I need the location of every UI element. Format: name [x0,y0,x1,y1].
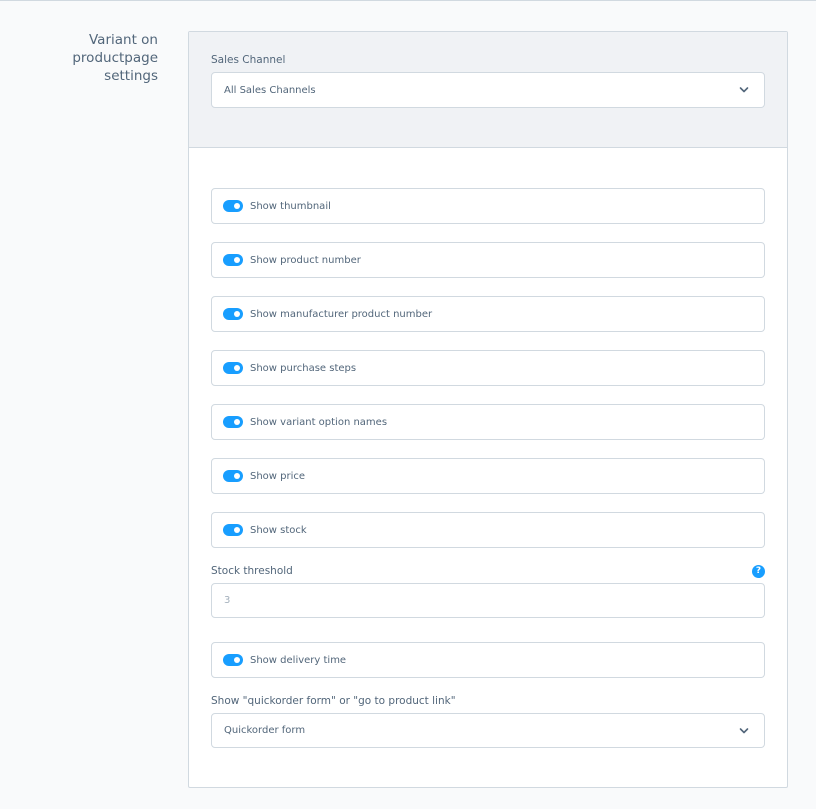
chevron-down-icon [739,87,749,93]
toggle-switch[interactable] [223,254,243,266]
top-divider [0,0,816,1]
toggle-switch[interactable] [223,470,243,482]
sales-channel-header: Sales Channel All Sales Channels [189,32,787,148]
toggle-show-delivery-time[interactable]: Show delivery time [211,642,765,678]
section-title-line-1: Variant on productpage [72,32,158,66]
settings-card: Sales Channel All Sales Channels Show th… [188,31,788,788]
toggle-show-stock[interactable]: Show stock [211,512,765,548]
stock-threshold-placeholder: 3 [224,595,231,606]
toggle-show-variant-option-names[interactable]: Show variant option names [211,404,765,440]
stock-threshold-label: Stock threshold [211,565,293,577]
toggle-switch[interactable] [223,416,243,428]
toggle-show-purchase-steps[interactable]: Show purchase steps [211,350,765,386]
toggle-switch[interactable] [223,654,243,666]
link-mode-select[interactable]: Quickorder form [211,713,765,748]
toggle-label: Show price [250,470,306,482]
toggle-label: Show variant option names [250,416,388,428]
toggle-label: Show stock [250,524,307,536]
toggle-show-thumbnail[interactable]: Show thumbnail [211,188,765,224]
section-title-line-2: settings [104,68,158,84]
toggle-label: Show product number [250,254,361,266]
sales-channel-value: All Sales Channels [224,84,316,96]
sales-channel-select[interactable]: All Sales Channels [211,72,765,108]
toggle-show-product-number[interactable]: Show product number [211,242,765,278]
toggle-switch[interactable] [223,308,243,320]
question-icon[interactable]: ? [752,565,765,578]
toggle-switch[interactable] [223,524,243,536]
toggle-switch[interactable] [223,362,243,374]
stock-threshold-input[interactable]: 3 [211,583,765,618]
link-mode-value: Quickorder form [224,725,306,736]
toggle-label: Show delivery time [250,654,347,666]
sales-channel-label: Sales Channel [211,54,286,66]
toggle-show-price[interactable]: Show price [211,458,765,494]
link-mode-label: Show "quickorder form" or "go to product… [211,695,456,707]
toggle-switch[interactable] [223,200,243,212]
chevron-down-icon [739,728,749,734]
toggle-label: Show purchase steps [250,362,357,374]
toggle-show-manufacturer-product-number[interactable]: Show manufacturer product number [211,296,765,332]
toggle-label: Show manufacturer product number [250,308,433,320]
toggle-label: Show thumbnail [250,200,331,212]
section-title: Variant on productpage settings [0,31,158,85]
